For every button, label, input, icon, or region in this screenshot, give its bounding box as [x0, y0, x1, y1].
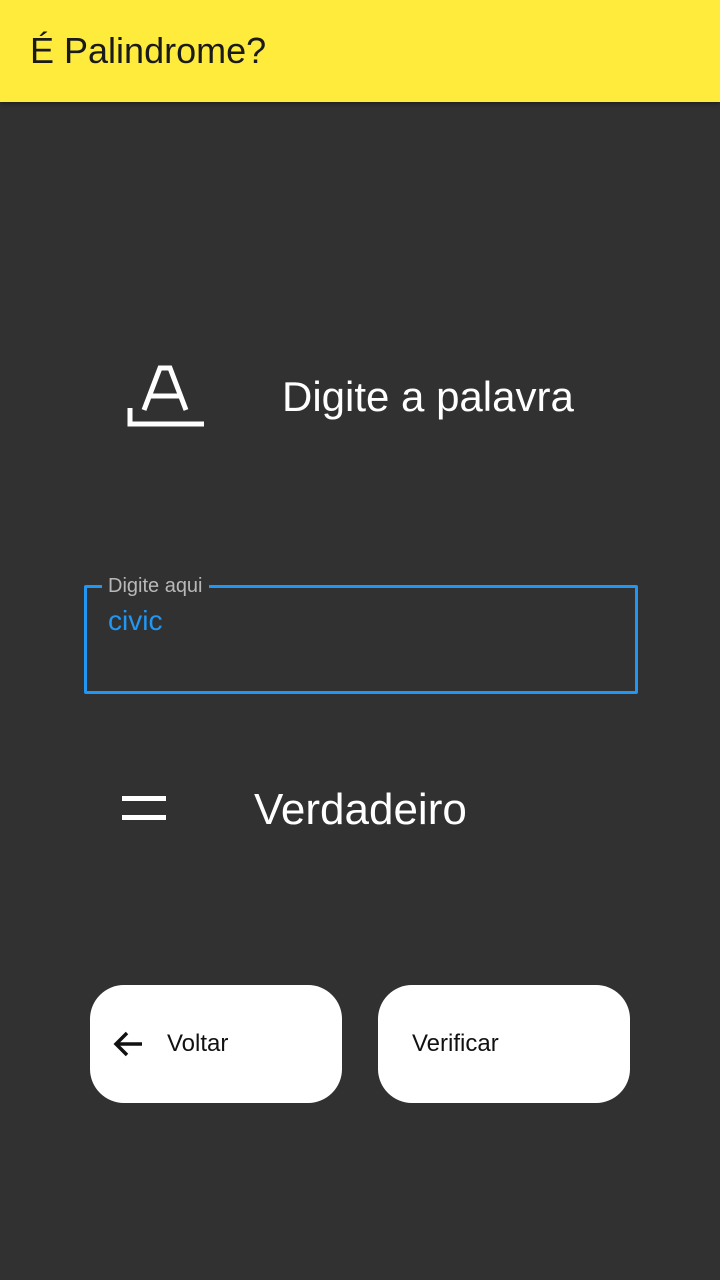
equals-icon	[122, 795, 168, 825]
word-input-field[interactable]	[84, 585, 638, 694]
app-title: É Palindrome?	[30, 30, 267, 71]
verify-button[interactable]: Verificar	[378, 985, 630, 1103]
prompt-label: Digite a palavra	[282, 373, 574, 420]
app-bar: É Palindrome?	[0, 0, 720, 102]
back-button-label: Voltar	[167, 1030, 229, 1057]
text-format-icon	[124, 364, 208, 430]
arrow-back-icon	[112, 1030, 144, 1063]
word-input-label: Digite aqui	[102, 574, 209, 598]
verify-button-label: Verificar	[412, 1030, 499, 1057]
result-label: Verdadeiro	[254, 785, 467, 834]
back-button[interactable]: Voltar	[90, 985, 342, 1103]
word-input-value[interactable]: civic	[108, 604, 162, 638]
